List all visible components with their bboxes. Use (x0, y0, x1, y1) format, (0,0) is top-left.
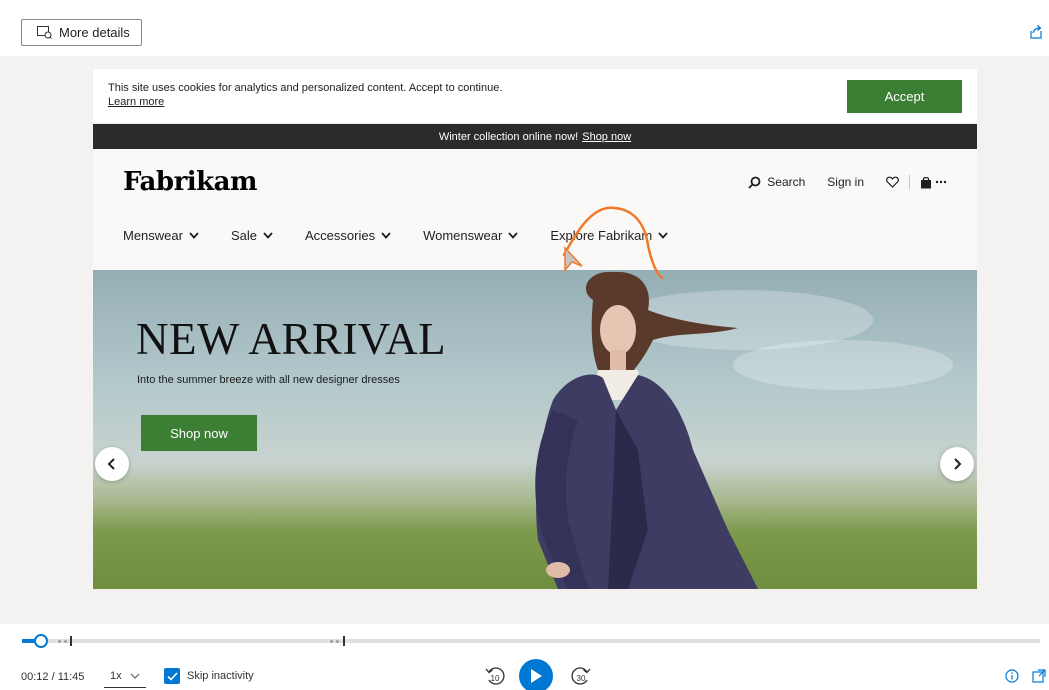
hero-subtitle: Into the summer breeze with all new desi… (137, 374, 400, 386)
nav-label: Menswear (123, 228, 183, 243)
hero-model-image (535, 271, 758, 589)
timeline-dot (336, 640, 339, 643)
forward-seconds: 30 (577, 674, 586, 683)
more-options-icon[interactable] (935, 180, 947, 184)
chevron-down-icon (381, 232, 391, 239)
site-logo[interactable]: Fabrikam (123, 167, 258, 197)
header-divider (909, 175, 910, 189)
skip-inactivity-checkbox[interactable] (164, 668, 180, 684)
timeline-dot (64, 640, 67, 643)
timeline-dot (58, 640, 61, 643)
hero-shop-now-button[interactable]: Shop now (141, 415, 257, 451)
nav-label: Accessories (305, 228, 376, 243)
rewind-10-icon[interactable]: 10 (484, 664, 506, 686)
chevron-right-icon (954, 458, 962, 470)
chevron-down-icon (508, 232, 518, 239)
shopping-bag-icon[interactable] (920, 176, 932, 189)
speed-underline (104, 687, 146, 688)
nav-item-sale[interactable]: Sale (231, 228, 273, 243)
carousel-next-button[interactable] (940, 447, 974, 481)
header-utilities: Search Sign in (748, 175, 947, 189)
time-display: 00:12 / 11:45 (21, 671, 85, 683)
search-label[interactable]: Search (767, 175, 805, 189)
timeline-marker (343, 636, 345, 646)
more-details-label: More details (59, 25, 130, 40)
accept-button[interactable]: Accept (847, 80, 962, 113)
skip-inactivity-toggle[interactable]: Skip inactivity (164, 668, 254, 684)
hero-banner: NEW ARRIVAL Into the summer breeze with … (93, 270, 977, 589)
mouse-trail-annotation (562, 206, 664, 280)
chevron-down-icon (263, 232, 273, 239)
promo-text: Winter collection online now! (438, 130, 579, 143)
chevron-down-icon (130, 673, 140, 679)
promo-shop-now-link[interactable]: Shop now (582, 131, 631, 143)
sign-in-link[interactable]: Sign in (827, 175, 864, 189)
site-header: Fabrikam Search Sign in Menswear Sale Ac… (93, 149, 977, 270)
info-icon[interactable] (1005, 669, 1019, 683)
timeline-marker (70, 636, 72, 646)
play-button[interactable] (519, 659, 553, 690)
nav-label: Womenswear (423, 228, 503, 243)
more-details-button[interactable]: More details (21, 19, 142, 46)
timeline-scrubber[interactable] (34, 634, 48, 648)
cookie-banner: This site uses cookies for analytics and… (93, 69, 977, 124)
promo-bar: Winter collection online now! Shop now (93, 124, 977, 149)
cookie-message: This site uses cookies for analytics and… (108, 82, 503, 94)
cursor-pointer-icon (564, 246, 583, 272)
skip-inactivity-label: Skip inactivity (187, 670, 254, 682)
nav-item-accessories[interactable]: Accessories (305, 228, 391, 243)
heart-icon[interactable] (886, 176, 899, 188)
details-icon (37, 26, 52, 39)
share-icon[interactable] (1028, 24, 1044, 40)
nav-item-menswear[interactable]: Menswear (123, 228, 199, 243)
timeline-dot (330, 640, 333, 643)
speed-value: 1x (110, 670, 122, 682)
checkmark-icon (166, 671, 178, 681)
timeline-track[interactable] (22, 639, 1040, 643)
forward-30-icon[interactable]: 30 (570, 664, 592, 686)
player-controls: 00:12 / 11:45 1x Skip inactivity 10 30 (0, 624, 1049, 690)
carousel-previous-button[interactable] (95, 447, 129, 481)
top-bar: More details (0, 0, 1049, 56)
search-icon[interactable] (748, 176, 761, 189)
play-icon (531, 669, 542, 683)
playback-speed-select[interactable]: 1x (110, 670, 140, 682)
nav-item-womenswear[interactable]: Womenswear (423, 228, 518, 243)
hero-title: NEW ARRIVAL (136, 314, 447, 364)
chevron-left-icon (107, 458, 115, 470)
learn-more-link[interactable]: Learn more (108, 96, 164, 108)
popout-icon[interactable] (1032, 669, 1046, 683)
rewind-seconds: 10 (491, 674, 500, 683)
recorded-website: This site uses cookies for analytics and… (93, 69, 977, 589)
nav-label: Sale (230, 228, 257, 243)
chevron-down-icon (189, 232, 199, 239)
